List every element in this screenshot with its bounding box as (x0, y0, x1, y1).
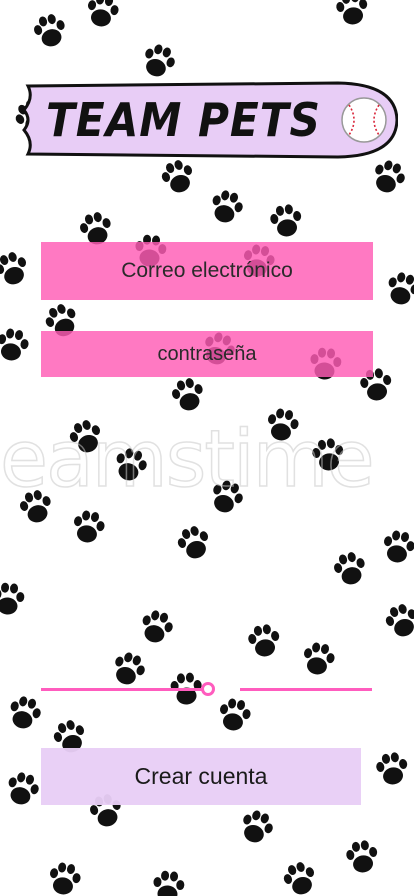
paw-print-icon (334, 0, 371, 27)
paw-print-icon (46, 860, 83, 896)
paw-print-icon (0, 248, 32, 289)
paw-print-icon (0, 581, 26, 616)
create-account-label: Crear cuenta (134, 763, 268, 789)
paw-print-icon (246, 622, 283, 659)
divider-right (240, 688, 372, 691)
paw-print-icon (169, 375, 208, 414)
paw-print-icon (151, 869, 186, 896)
paw-print-icon (331, 549, 370, 588)
paw-print-icon (374, 750, 411, 787)
paw-print-icon (158, 156, 198, 197)
divider-left (41, 688, 206, 691)
paw-print-icon (236, 806, 277, 848)
stock-watermark: eamstime (0, 420, 375, 500)
paw-print-icon (207, 187, 246, 227)
paw-print-icon (216, 696, 253, 734)
paw-print-icon (137, 607, 176, 647)
password-field-label: contraseña (157, 342, 257, 365)
paw-print-icon (84, 0, 121, 30)
paw-print-icon (383, 269, 414, 309)
paw-print-icon (31, 11, 70, 50)
paw-print-icon (380, 528, 414, 566)
paw-print-icon (280, 858, 320, 896)
divider-dot (201, 682, 215, 696)
paw-print-icon (300, 640, 337, 678)
email-field[interactable]: Correo electrónico (41, 242, 373, 300)
paw-print-icon (108, 648, 149, 690)
create-account-button[interactable]: Crear cuenta (41, 748, 361, 805)
paw-print-icon (174, 522, 214, 563)
email-field-label: Correo electrónico (121, 259, 293, 282)
paw-print-icon (382, 600, 414, 641)
app-header: TEAM PETS (20, 80, 398, 160)
paw-print-icon (344, 838, 381, 875)
paw-print-icon (138, 40, 179, 82)
paw-print-icon (268, 202, 305, 239)
paw-print-icon (368, 156, 409, 198)
paw-print-icon (5, 693, 44, 733)
app-title: TEAM PETS (46, 93, 321, 147)
password-field[interactable]: contraseña (41, 331, 373, 377)
paw-print-icon (3, 769, 42, 809)
paw-print-icon (70, 508, 107, 546)
paw-print-icon (0, 326, 31, 364)
baseball-icon (341, 97, 387, 143)
